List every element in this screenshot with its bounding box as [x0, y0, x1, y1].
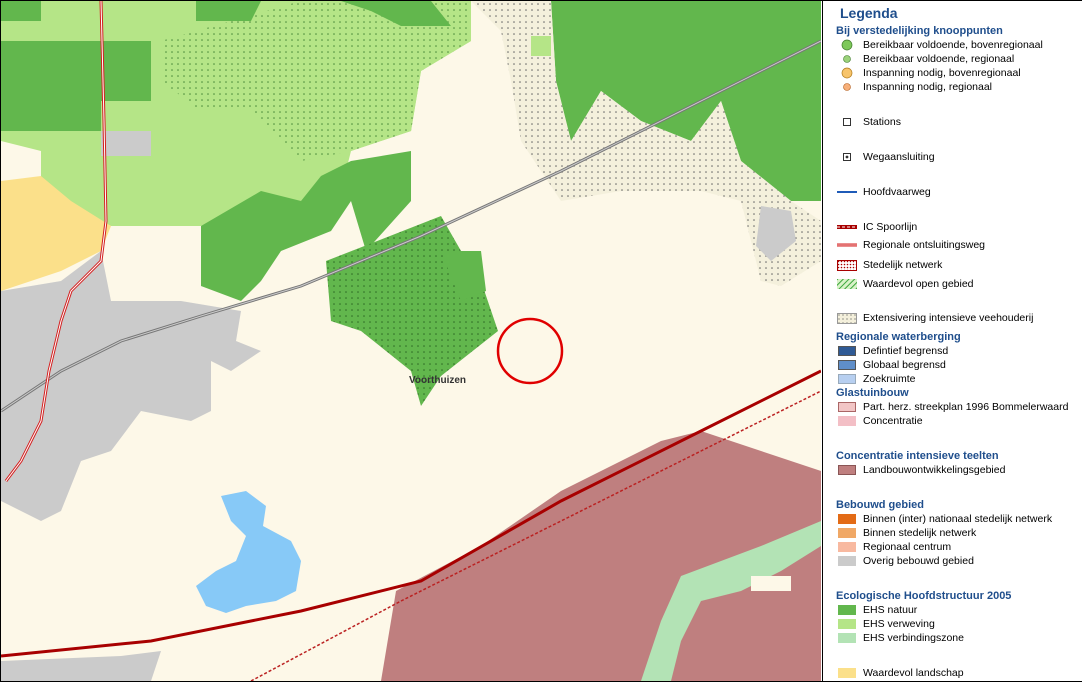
legend-swatch — [838, 619, 856, 629]
ehs-natuur-area-3 — [1, 1, 41, 21]
legend-item: Binnen (inter) nationaal stedelijk netwe… — [836, 512, 1052, 526]
ehs-natuur-area-1 — [196, 1, 261, 21]
legend-item-label: Regionaal centrum — [863, 541, 952, 553]
legend-swatch — [838, 416, 856, 426]
road-junction-icon — [836, 150, 858, 164]
legend-item-label: Overig bebouwd gebied — [863, 555, 974, 567]
legend-item-label: Hoofdvaarweg — [863, 186, 931, 198]
legend-swatch — [838, 605, 856, 615]
legend-item-label: Stedelijk netwerk — [863, 259, 943, 271]
legend-swatch — [838, 542, 856, 552]
legend-item: Bereikbaar voldoende, regionaal — [836, 52, 1014, 66]
dotted-area-icon — [836, 311, 858, 325]
station-square-icon — [836, 115, 858, 129]
legend-section-heading: Concentratie intensieve teelten — [836, 450, 999, 462]
legend-swatch — [838, 633, 856, 643]
legend-item-label: Waardevol landschap — [863, 667, 964, 679]
legend-item: IC Spoorlijn — [836, 220, 917, 234]
legend-item: Part. herz. streekplan 1996 Bommelerwaar… — [836, 400, 1068, 414]
legend-swatch — [838, 465, 856, 475]
legend-swatch — [838, 528, 856, 538]
legend-item-label: Binnen (inter) nationaal stedelijk netwe… — [863, 513, 1053, 525]
ehs-verweving-patch — [531, 36, 551, 56]
regional-road-line-icon — [836, 238, 858, 252]
legend-swatch — [838, 360, 856, 370]
legend-item: Extensivering intensieve veehouderij — [836, 311, 1033, 325]
legend-item-label: Part. herz. streekplan 1996 Bommelerwaar… — [863, 401, 1069, 413]
legend-panel: Legenda Bij verstedelijking knooppunten … — [822, 1, 1082, 681]
legend-section-heading: Bij verstedelijking knooppunten — [836, 25, 1003, 37]
legend-item: Stedelijk netwerk — [836, 258, 942, 272]
orange-dot-small-icon — [836, 80, 858, 94]
legend-item-label: Bereikbaar voldoende, bovenregionaal — [863, 39, 1043, 51]
legend-swatch — [838, 402, 856, 412]
legend-item-label: Waardevol open gebied — [863, 278, 974, 290]
legend-item: EHS natuur — [836, 603, 917, 617]
legend-section-heading: Ecologische Hoofdstructuur 2005 — [836, 590, 1012, 602]
legend-item: Zoekruimte — [836, 372, 916, 386]
legend-item-label: Regionale ontsluitingsweg — [863, 239, 985, 251]
legend-item-label: Defintief begrensd — [863, 345, 949, 357]
legend-swatch — [838, 346, 856, 356]
legend-section-heading: Bebouwd gebied — [836, 499, 924, 511]
legend-item-label: Inspanning nodig, regionaal — [863, 81, 993, 93]
legend-item: Regionaal centrum — [836, 540, 951, 554]
legend-item-label: Bereikbaar voldoende, regionaal — [863, 53, 1015, 65]
legend-item-label: Binnen stedelijk netwerk — [863, 527, 977, 539]
legend-item: Stations — [836, 115, 901, 129]
legend-item: EHS verweving — [836, 617, 935, 631]
legend-item: Overig bebouwd gebied — [836, 554, 974, 568]
open-area-hatch-icon — [836, 277, 858, 291]
legend-item-label: IC Spoorlijn — [863, 221, 918, 233]
legend-item-label: EHS verbindingszone — [863, 632, 964, 644]
legend-item: Wegaansluiting — [836, 150, 935, 164]
legend-item-label: Globaal begrensd — [863, 359, 946, 371]
legend-item: Inspanning nodig, regionaal — [836, 80, 992, 94]
legend-item-label: Extensivering intensieve veehouderij — [863, 312, 1034, 324]
legend-item: Concentratie — [836, 414, 923, 428]
legend-item: Defintief begrensd — [836, 344, 948, 358]
legend-swatch — [838, 668, 856, 678]
legend-item-label: Inspanning nodig, bovenregionaal — [863, 67, 1021, 79]
legend-item: Binnen stedelijk netwerk — [836, 526, 976, 540]
legend-section-heading: Glastuinbouw — [836, 387, 909, 399]
legend-swatch — [838, 374, 856, 384]
legend-swatch — [838, 556, 856, 566]
legend-item-label: Wegaansluiting — [863, 151, 935, 163]
place-label-voorthuizen: Voorthuizen — [409, 375, 467, 386]
legend-item-label: EHS verweving — [863, 618, 935, 630]
legend-item: Bereikbaar voldoende, bovenregionaal — [836, 38, 1043, 52]
waterway-line-icon — [836, 185, 858, 199]
map-frame: Voorthuizen Legenda Bij verstedelijking … — [0, 0, 1082, 682]
legend-item-label: Landbouwontwikkelingsgebied — [863, 464, 1006, 476]
legend-item-label: EHS natuur — [863, 604, 918, 616]
orange-dot-large-icon — [836, 66, 858, 80]
legend-item-label: Stations — [863, 116, 901, 128]
urban-network-icon — [836, 258, 858, 272]
bebouwd-gebied-small — [101, 131, 151, 156]
legend-swatch — [838, 514, 856, 524]
green-dot-small-icon — [836, 52, 858, 66]
legend-title: Legenda — [840, 5, 898, 21]
legend-item: Inspanning nodig, bovenregionaal — [836, 66, 1021, 80]
ehs-verweving-south — [751, 576, 791, 591]
legend-item: Regionale ontsluitingsweg — [836, 238, 985, 252]
legend-item-label: Zoekruimte — [863, 373, 916, 385]
map-canvas[interactable]: Voorthuizen — [1, 1, 821, 681]
legend-section-heading: Regionale waterberging — [836, 331, 961, 343]
green-dot-large-icon — [836, 38, 858, 52]
legend-item: Waardevol landschap — [836, 666, 964, 680]
legend-item: Globaal begrensd — [836, 358, 946, 372]
legend-item: EHS verbindingszone — [836, 631, 964, 645]
legend-item: Waardevol open gebied — [836, 277, 974, 291]
legend-item-label: Concentratie — [863, 415, 923, 427]
map-graphic — [1, 1, 821, 681]
legend-item: Hoofdvaarweg — [836, 185, 931, 199]
legend-item: Landbouwontwikkelingsgebied — [836, 463, 1005, 477]
ic-rail-line-icon — [836, 220, 858, 234]
